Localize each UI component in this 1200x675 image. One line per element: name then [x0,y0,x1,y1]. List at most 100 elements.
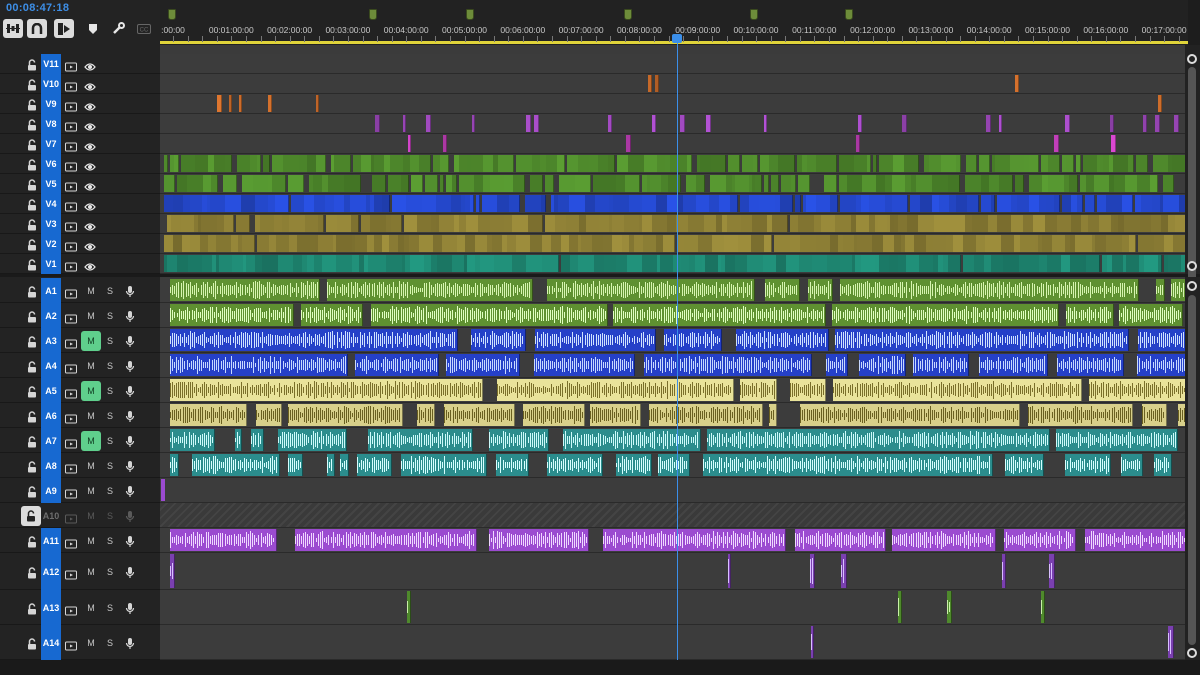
video-clip[interactable] [827,255,841,272]
audio-clip[interactable] [792,454,811,476]
audio-clip[interactable] [523,379,544,401]
video-clip[interactable] [1137,175,1151,192]
video-track-header-v4[interactable]: V4 [0,194,160,214]
audio-clip[interactable] [356,404,374,426]
audio-clip[interactable] [952,304,967,326]
audio-clip[interactable] [1003,354,1021,376]
audio-clip[interactable] [977,379,998,401]
track-name-label[interactable]: A8 [41,453,61,478]
audio-clip[interactable] [204,329,221,351]
video-track-header-v7[interactable]: V7 [0,134,160,154]
add-marker-icon[interactable] [83,19,103,38]
audio-clip[interactable] [955,279,976,301]
audio-clip[interactable] [833,379,849,401]
video-clip[interactable] [272,175,286,192]
sync-lock-icon[interactable] [65,79,77,92]
video-clip[interactable] [490,215,505,232]
video-clip[interactable] [730,195,738,212]
mute-button[interactable]: M [81,481,101,501]
audio-clip[interactable] [288,304,294,326]
audio-clip[interactable] [908,329,929,351]
video-clip[interactable] [696,195,710,212]
video-clip[interactable] [1175,215,1185,232]
audio-clip[interactable] [1013,304,1029,326]
video-clip[interactable] [509,195,520,212]
video-clip[interactable] [613,195,630,212]
audio-clip[interactable] [447,454,463,476]
video-clip[interactable] [512,215,529,232]
video-clip[interactable] [873,155,877,172]
audio-clip[interactable] [791,354,812,376]
video-clip[interactable] [490,175,505,192]
video-clip[interactable] [569,195,586,212]
audio-lane-a4[interactable] [160,353,1185,378]
video-clip[interactable] [219,255,233,272]
video-lane-v10[interactable] [160,74,1185,94]
video-clip[interactable] [1173,235,1185,252]
audio-clip[interactable] [631,279,648,301]
lock-icon[interactable] [27,218,37,231]
audio-clip[interactable] [935,279,956,301]
video-clip[interactable] [1001,235,1015,252]
video-clip[interactable] [386,255,403,272]
sync-lock-icon[interactable] [65,179,77,192]
video-clip[interactable] [950,215,966,232]
lock-icon[interactable] [27,637,37,650]
sync-lock-icon[interactable] [65,486,77,499]
eye-icon[interactable] [84,219,96,231]
video-clip[interactable] [643,235,657,252]
video-clip[interactable] [786,255,800,272]
lock-icon[interactable] [27,310,37,323]
sync-lock-icon[interactable] [65,159,77,172]
audio-clip[interactable] [484,354,504,376]
video-clip[interactable] [1163,195,1180,212]
video-clip[interactable] [1029,155,1039,172]
video-clip[interactable] [861,255,876,272]
audio-clip[interactable] [1066,429,1087,451]
video-clip[interactable] [835,215,852,232]
audio-clip[interactable] [410,279,430,301]
audio-clip[interactable] [495,404,515,426]
audio-clip[interactable] [1099,354,1113,376]
video-clip[interactable] [683,195,697,212]
sync-lock-icon[interactable] [65,567,77,580]
audio-clip[interactable] [170,429,190,451]
audio-clip[interactable] [620,354,635,376]
audio-clip[interactable] [1046,379,1065,401]
sync-lock-icon[interactable] [65,361,77,374]
audio-clip[interactable] [550,329,565,351]
video-track-header-v5[interactable]: V5 [0,174,160,194]
lock-icon[interactable] [27,78,37,91]
audio-clip[interactable] [1028,404,1042,426]
video-track-header-v1[interactable]: V1 [0,254,160,274]
linked-selection-icon[interactable] [54,19,74,38]
video-clip[interactable] [225,155,232,172]
video-clip[interactable] [655,75,659,92]
video-clip[interactable] [830,195,838,212]
audio-clip[interactable] [593,304,608,326]
sync-lock-icon[interactable] [65,59,77,72]
audio-clip[interactable] [486,279,507,301]
lock-icon[interactable] [27,198,37,211]
video-clip[interactable] [316,95,319,112]
video-clip[interactable] [967,195,979,212]
audio-clip[interactable] [834,404,851,426]
audio-clip[interactable] [220,379,234,401]
audio-clip[interactable] [385,379,403,401]
lock-icon[interactable] [27,460,37,473]
video-clip[interactable] [164,155,168,172]
video-clip[interactable] [526,255,543,272]
audio-clip[interactable] [658,454,677,476]
video-track-header-v2[interactable]: V2 [0,234,160,254]
audio-clip[interactable] [1079,354,1100,376]
audio-clip[interactable] [956,354,969,376]
solo-button[interactable]: S [100,281,120,301]
audio-clip[interactable] [873,454,891,476]
audio-track-header-a5[interactable]: A5 M S [0,378,160,403]
video-clip[interactable] [979,155,990,172]
audio-clip[interactable] [1134,279,1139,301]
audio-clip[interactable] [564,329,586,351]
video-clip[interactable] [778,155,795,172]
solo-button[interactable]: S [100,481,120,501]
audio-clip[interactable] [245,279,266,301]
